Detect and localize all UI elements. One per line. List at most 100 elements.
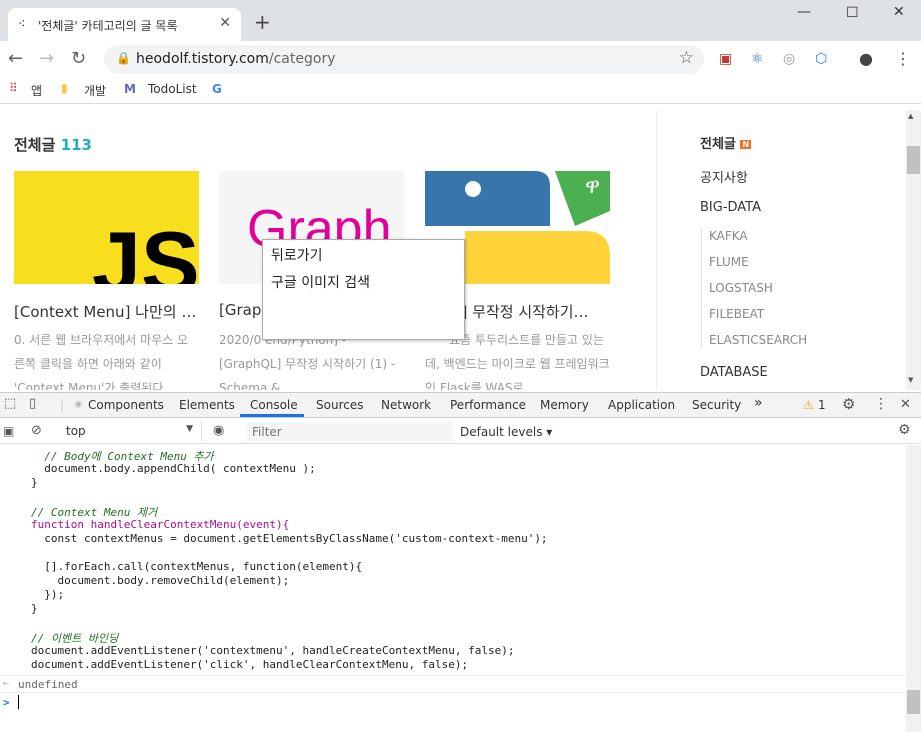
console-line: } <box>31 476 38 489</box>
card-title[interactable]: 5] 무작정 시작하기… <box>452 301 612 322</box>
chrome-menu-icon[interactable]: ⋮ <box>895 49 911 68</box>
page-scrollbar[interactable]: ▲ ▼ <box>906 110 921 390</box>
context-selector[interactable]: top ▼ <box>57 421 202 441</box>
console-result: undefined <box>18 678 78 691</box>
active-tab-indicator <box>240 414 304 417</box>
sidebar-item-logstash[interactable]: LOGSTASH <box>709 281 773 295</box>
category-sidebar <box>656 110 906 390</box>
apps-grid-icon: ⠿ <box>9 81 18 95</box>
bookmark-star-icon[interactable]: ☆ <box>679 48 694 68</box>
sidebar-toggle-icon[interactable]: ▣ <box>3 424 14 438</box>
extension-hex-icon[interactable]: ⬡ <box>815 51 827 67</box>
console-filter-input[interactable] <box>247 422 452 441</box>
sidebar-item-kafka[interactable]: KAFKA <box>709 229 748 243</box>
tab-close-icon[interactable]: ✕ <box>219 15 231 31</box>
lock-icon: 🔒 <box>116 51 131 65</box>
bookmark-apps[interactable]: 앱 <box>31 82 42 99</box>
tab-network[interactable]: Network <box>381 398 431 412</box>
reload-icon[interactable]: ↻ <box>71 48 86 69</box>
context-value: top <box>66 424 86 438</box>
todolist-m-icon: M <box>124 82 136 96</box>
clear-console-icon[interactable]: ⊘ <box>31 423 42 438</box>
console-scrollbar[interactable] <box>906 445 921 732</box>
tab-sources[interactable]: Sources <box>316 398 363 412</box>
console-separator <box>0 675 906 676</box>
settings-gear-icon[interactable]: ⚙ <box>842 395 855 413</box>
extension-cast-icon[interactable]: ▣ <box>719 51 732 67</box>
console-line: [].forEach.call(contextMenus, function(e… <box>31 560 363 573</box>
tab-console[interactable]: Console <box>250 398 298 412</box>
maximize-button[interactable]: ☐ <box>846 5 859 21</box>
minimize-button[interactable]: — <box>797 4 811 20</box>
console-line: function handleClearContextMenu(event){ <box>31 518 290 531</box>
sidebar-item-database[interactable]: DATABASE <box>700 365 768 380</box>
scroll-down-icon[interactable]: ▼ <box>908 376 913 384</box>
sidebar-item-bigdata[interactable]: BIG-DATA <box>700 200 761 215</box>
url-path: /category <box>268 51 336 67</box>
context-menu-back[interactable]: 뒤로가기 <box>271 245 323 265</box>
devtools-close-icon[interactable]: ✕ <box>900 397 911 412</box>
console-line: } <box>31 602 38 615</box>
custom-context-menu: 뒤로가기 구글 이미지 검색 <box>262 239 465 340</box>
page-title: 전체글 113 <box>14 134 92 155</box>
scroll-thumb[interactable] <box>907 146 920 174</box>
tab-title: '전체글' 카테고리의 글 목록 <box>38 19 178 33</box>
bookmarks-bar <box>0 77 921 104</box>
card-title[interactable]: [Context Menu] 나만의 … <box>14 301 204 322</box>
new-tab-button[interactable]: + <box>254 10 271 34</box>
inspect-element-icon[interactable]: ⬚ <box>4 396 16 411</box>
new-badge: N <box>740 140 752 149</box>
tab-divider: | <box>60 398 65 412</box>
close-window-button[interactable]: ✕ <box>893 4 905 20</box>
post-count: 113 <box>60 136 92 154</box>
dropdown-arrow-icon: ▼ <box>186 424 193 434</box>
react-devtools-icon[interactable]: ⚛ <box>751 51 764 67</box>
console-line: document.addEventListener('contextmenu',… <box>31 644 515 657</box>
extension-circle-icon[interactable]: ◎ <box>783 51 795 67</box>
tab-security[interactable]: Security <box>692 398 741 412</box>
tab-elements[interactable]: Elements <box>179 398 235 412</box>
google-g-icon[interactable]: G <box>212 82 222 96</box>
console-line: }); <box>31 588 65 601</box>
more-tabs-button[interactable]: » <box>754 395 763 411</box>
js-logo: JS <box>92 213 199 285</box>
console-line: document.body.removeChild(element); <box>31 574 290 587</box>
sidebar-item-all[interactable]: 전체글 N <box>700 133 752 152</box>
browser-tab[interactable]: ⁖ '전체글' 카테고리의 글 목록 ✕ <box>8 8 241 41</box>
console-input-caret[interactable] <box>18 695 19 709</box>
svg-text:ዋ: ዋ <box>585 174 600 199</box>
warning-icon[interactable]: ⚠ <box>803 398 814 412</box>
console-output: // Body에 Context Menu 추가 document.body.a… <box>0 445 906 732</box>
console-scroll-thumb[interactable] <box>907 690 920 714</box>
profile-avatar-icon[interactable]: ● <box>859 49 873 68</box>
device-toolbar-icon[interactable]: ▯ <box>29 396 36 411</box>
sidebar-divider <box>701 228 702 348</box>
card-thumbnail-js[interactable]: JS <box>14 171 199 284</box>
tab-memory[interactable]: Memory <box>540 398 589 412</box>
console-prompt: > <box>3 696 10 709</box>
warning-count[interactable]: 1 <box>818 398 826 412</box>
back-arrow-icon[interactable]: ← <box>8 48 23 69</box>
log-levels-dropdown[interactable]: Default levels ▾ <box>460 425 552 439</box>
sidebar-item-filebeat[interactable]: FILEBEAT <box>709 307 764 321</box>
bookmark-dev-folder[interactable]: 개발 <box>84 82 106 99</box>
tab-performance[interactable]: Performance <box>450 398 526 412</box>
sidebar-all-label: 전체글 <box>700 137 736 152</box>
forward-arrow-icon[interactable]: → <box>39 48 54 69</box>
sidebar-item-elasticsearch[interactable]: ELASTICSEARCH <box>709 333 807 347</box>
bookmark-todolist[interactable]: TodoList <box>148 82 197 96</box>
scroll-up-icon[interactable]: ▲ <box>908 112 913 120</box>
address-bar[interactable]: 🔒 heodolf.tistory.com/category ☆ <box>104 45 704 74</box>
tistory-favicon-icon: ⁖ <box>18 17 26 32</box>
tab-components[interactable]: Components <box>88 398 164 412</box>
console-settings-gear-icon[interactable]: ⚙ <box>898 422 911 438</box>
live-expression-eye-icon[interactable]: ◉ <box>213 423 224 438</box>
sidebar-item-notice[interactable]: 공지사항 <box>700 167 748 186</box>
url-host: heodolf.tistory.com <box>136 51 269 67</box>
devtools-menu-icon[interactable]: ⋮ <box>874 396 888 412</box>
tab-application[interactable]: Application <box>608 398 675 412</box>
console-line: const contextMenus = document.getElement… <box>31 532 548 545</box>
context-menu-image-search[interactable]: 구글 이미지 검색 <box>271 272 370 292</box>
card-title[interactable]: [Grap <box>219 301 264 319</box>
sidebar-item-flume[interactable]: FLUME <box>709 255 749 269</box>
